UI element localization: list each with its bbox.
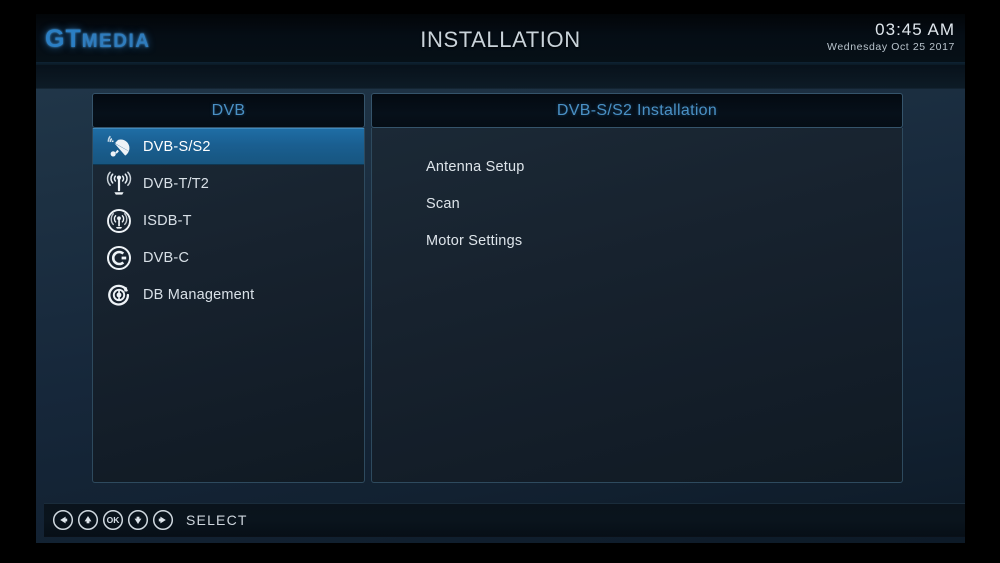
sidebar-item-label: DVB-C: [143, 249, 190, 266]
option-label: Antenna Setup: [426, 158, 525, 175]
sidebar-item-isdb-t[interactable]: ISDB-T: [93, 202, 364, 239]
arrow-down-icon[interactable]: [127, 509, 149, 531]
sidebar-item-dvb-s-s2[interactable]: DVB-S/S2: [93, 128, 364, 165]
option-motor-settings[interactable]: Motor Settings: [372, 222, 902, 259]
sidebar-item-label: DB Management: [143, 286, 255, 303]
header-bar: GTMEDIA INSTALLATION 03:45 AM Wednesday …: [36, 14, 965, 65]
arrow-left-icon[interactable]: [52, 509, 74, 531]
tv-screen: GTMEDIA INSTALLATION 03:45 AM Wednesday …: [36, 14, 965, 543]
antenna-tower-icon: [105, 170, 133, 198]
arrow-up-icon[interactable]: [77, 509, 99, 531]
option-scan[interactable]: Scan: [372, 185, 902, 222]
sidebar-item-label: DVB-S/S2: [143, 138, 211, 155]
dvb-type-list: DVB-S/S2 DVB-T/T2 ISDB-T DVB-C DB Manage…: [92, 128, 365, 483]
installation-options-list: Antenna Setup Scan Motor Settings: [371, 128, 903, 483]
footer-hint-label: SELECT: [186, 512, 248, 528]
database-refresh-icon: [105, 281, 133, 309]
clock: 03:45 AM Wednesday Oct 25 2017: [827, 21, 955, 53]
signal-circle-icon: [105, 207, 133, 235]
sidebar-item-dvb-t-t2[interactable]: DVB-T/T2: [93, 165, 364, 202]
left-panel-title: DVB: [92, 93, 365, 128]
satellite-dish-icon: [105, 133, 133, 161]
footer-hint-bar: OK SELECT: [44, 503, 965, 537]
sidebar-item-label: DVB-T/T2: [143, 175, 210, 192]
ok-icon[interactable]: OK: [102, 509, 124, 531]
clock-date: Wednesday Oct 25 2017: [827, 40, 955, 53]
sidebar-item-db-management[interactable]: DB Management: [93, 276, 364, 313]
option-label: Motor Settings: [426, 232, 523, 249]
option-antenna-setup[interactable]: Antenna Setup: [372, 148, 902, 185]
right-panel-title: DVB-S/S2 Installation: [371, 93, 903, 128]
option-label: Scan: [426, 195, 460, 212]
cable-c-circle-icon: [105, 244, 133, 272]
arrow-right-icon[interactable]: [152, 509, 174, 531]
page-title: INSTALLATION: [420, 27, 581, 52]
clock-time: 03:45 AM: [875, 20, 955, 39]
ok-label: OK: [107, 515, 121, 525]
sidebar-item-label: ISDB-T: [143, 212, 192, 229]
sidebar-item-dvb-c[interactable]: DVB-C: [93, 239, 364, 276]
